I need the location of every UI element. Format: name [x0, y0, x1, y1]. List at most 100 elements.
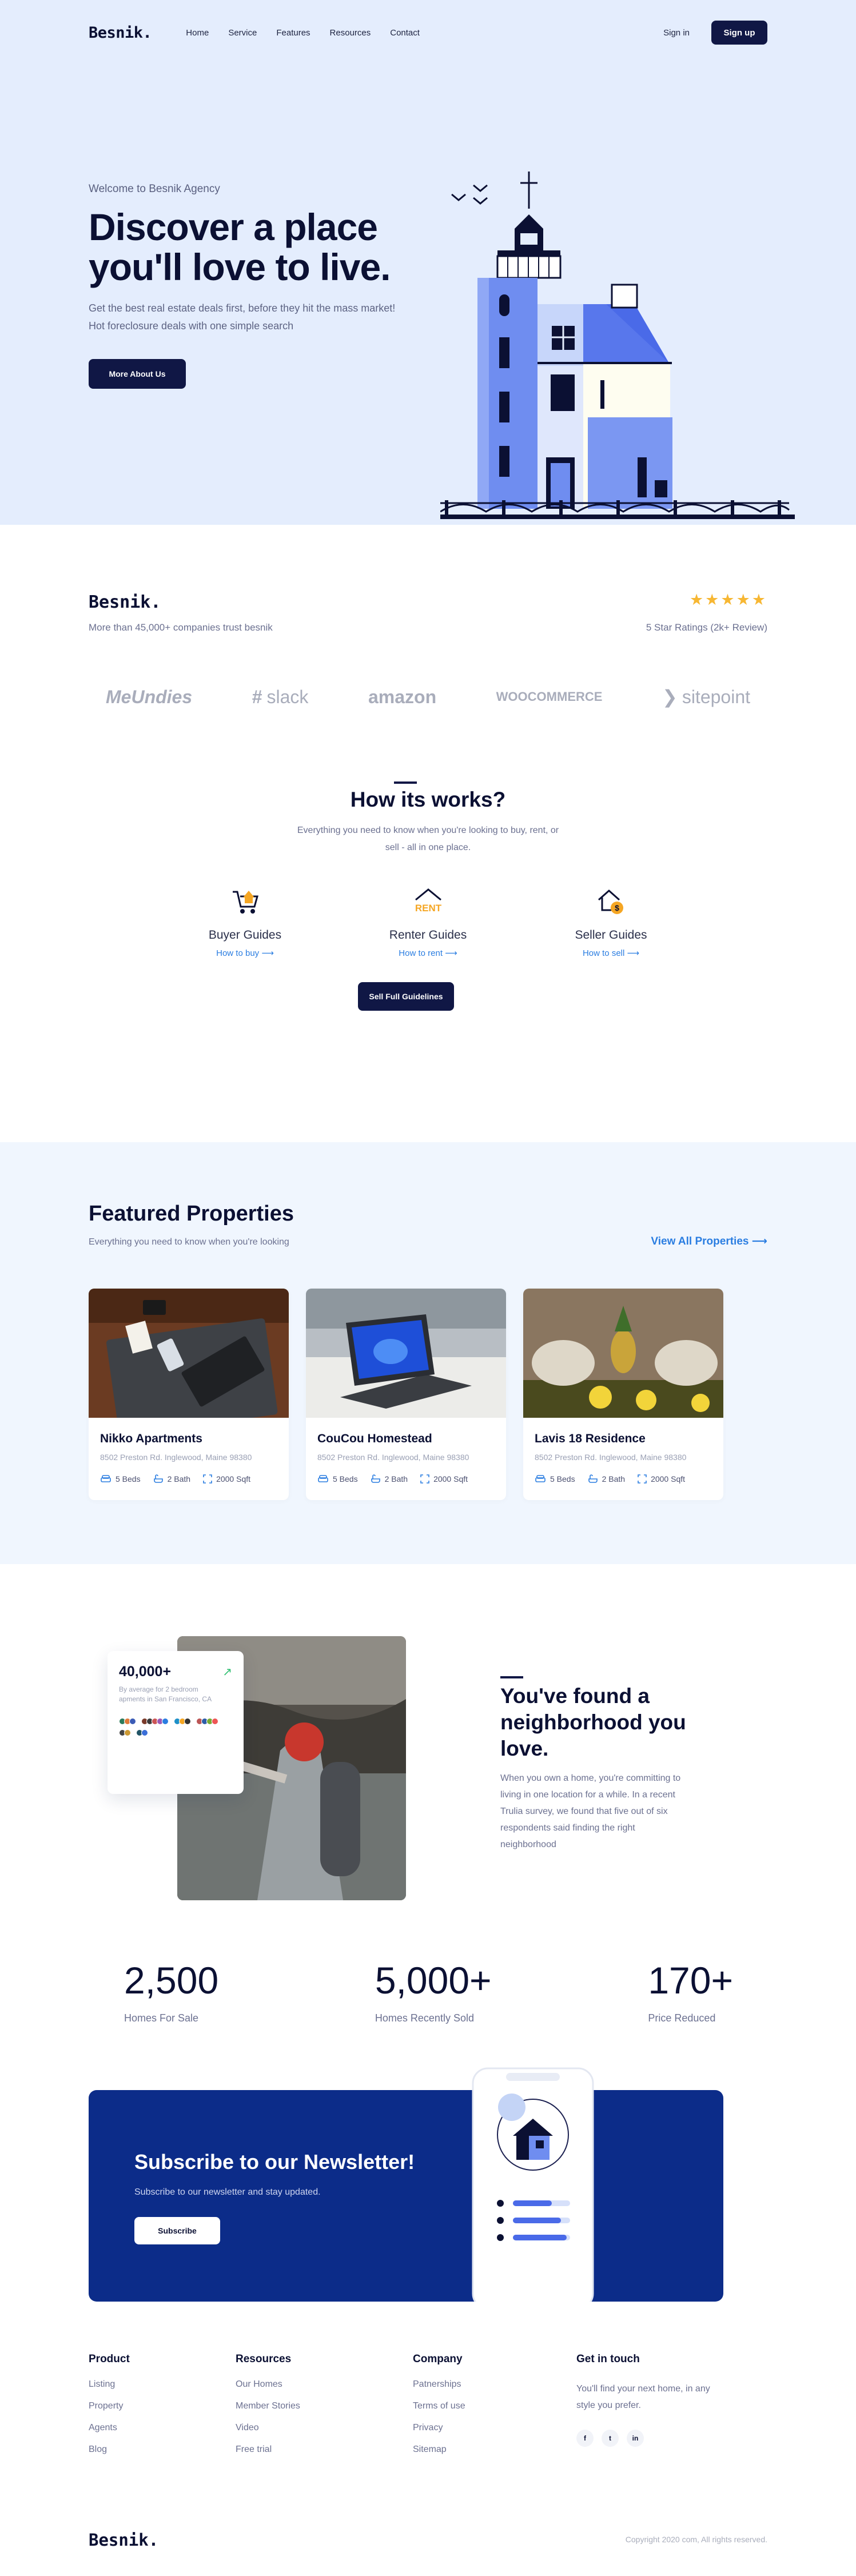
guide-link-sell[interactable]: How to sell ⟶	[583, 948, 639, 958]
how-it-works-section: How its works? Everything you need to kn…	[0, 776, 856, 1142]
stat-number: 40,000+	[119, 1664, 172, 1680]
hero-eyebrow: Welcome to Besnik Agency	[89, 183, 220, 195]
guide-link-rent[interactable]: How to rent ⟶	[399, 948, 457, 958]
linkedin-icon[interactable]: in	[627, 2430, 644, 2447]
nav-link-resources[interactable]: Resources	[330, 28, 371, 38]
bed-icon	[535, 1475, 546, 1482]
rating-stars: ★★★★★	[689, 591, 767, 608]
footer-col-title: Resources	[236, 2353, 292, 2365]
full-guidelines-button[interactable]: Sell Full Guidelines	[358, 982, 454, 1011]
stat-label: Price Reduced	[648, 2012, 716, 2024]
newsletter-title: Subscribe to our Newsletter!	[134, 2150, 415, 2174]
footer-link[interactable]: Patnerships	[413, 2379, 465, 2390]
area-size: 2000 Sqft	[651, 1474, 686, 1484]
area-size: 2000 Sqft	[433, 1474, 468, 1484]
guide-title: Buyer Guides	[208, 928, 282, 942]
lighthouse-house-illustration	[440, 172, 795, 519]
property-card[interactable]: Lavis 18 Residence 8502 Preston Rd. Ingl…	[523, 1289, 723, 1500]
neighborhood-title: You've found a neighborhood you love.	[500, 1684, 686, 1760]
property-address: 8502 Preston Rd. Inglewood, Maine 98380	[100, 1453, 252, 1462]
guide-title: Seller Guides	[575, 928, 647, 942]
footer-col-product: Product Listing Property Agents Blog	[89, 2353, 130, 2466]
title-accent-bar	[500, 1676, 523, 1678]
stat-label: Homes Recently Sold	[375, 2012, 474, 2024]
avatar-group	[119, 1718, 136, 1725]
property-address: 8502 Preston Rd. Inglewood, Maine 98380	[317, 1453, 469, 1462]
twitter-icon[interactable]: t	[602, 2430, 619, 2447]
property-address: 8502 Preston Rd. Inglewood, Maine 98380	[535, 1453, 687, 1462]
nav-links: Home Service Features Resources Contact	[186, 28, 420, 38]
guide-title: Renter Guides	[389, 928, 467, 942]
footer-link[interactable]: Free trial	[236, 2445, 300, 2455]
arrow-right-icon: ⟶	[261, 948, 274, 958]
hero-section: Besnik. Home Service Features Resources …	[0, 0, 856, 525]
trend-up-icon: ↗	[222, 1666, 232, 1678]
subscribe-button[interactable]: Subscribe	[134, 2217, 220, 2244]
footer-link[interactable]: Property	[89, 2401, 130, 2411]
stat-value: 170+	[648, 1959, 733, 2001]
stat-label: Homes For Sale	[124, 2012, 199, 2024]
area-size: 2000 Sqft	[216, 1474, 251, 1484]
footer: Product Listing Property Agents Blog Res…	[0, 2353, 856, 2576]
footer-link[interactable]: Sitemap	[413, 2445, 465, 2455]
bed-icon	[101, 1475, 111, 1482]
stat-homes-for-sale: 2,500 Homes For Sale	[124, 1959, 218, 2024]
footer-link[interactable]: Terms of use	[413, 2401, 465, 2411]
property-card[interactable]: CouCou Homestead 8502 Preston Rd. Inglew…	[306, 1289, 506, 1500]
arrow-right-icon: ⟶	[627, 948, 640, 958]
beds-count: 5 Beds	[550, 1474, 575, 1484]
svg-text:RENT: RENT	[415, 903, 441, 914]
logo[interactable]: Besnik.	[89, 24, 152, 42]
property-title: Lavis 18 Residence	[535, 1432, 646, 1445]
guide-renter: RENT Renter Guides How to rent ⟶	[371, 885, 485, 958]
property-photo-laptop	[306, 1289, 506, 1418]
footer-col-title: Product	[89, 2353, 130, 2365]
area-icon	[638, 1474, 647, 1484]
guide-link-buy[interactable]: How to buy ⟶	[216, 948, 274, 958]
footer-link[interactable]: Member Stories	[236, 2401, 300, 2411]
avatar-group	[174, 1718, 191, 1725]
guides-row: Buyer Guides How to buy ⟶ RENT Renter Gu…	[0, 885, 856, 958]
arrow-right-icon: ⟶	[445, 948, 457, 958]
footer-col-company: Company Patnerships Terms of use Privacy…	[413, 2353, 465, 2466]
property-card[interactable]: Nikko Apartments 8502 Preston Rd. Inglew…	[89, 1289, 289, 1500]
neighborhood-text: When you own a home, you're committing t…	[500, 1773, 681, 1849]
baths-count: 2 Bath	[384, 1474, 408, 1484]
featured-title: Featured Properties	[89, 1202, 294, 1226]
footer-logo[interactable]: Besnik.	[89, 2530, 158, 2550]
stat-value: 5,000+	[375, 1959, 492, 2001]
social-links: f t in	[576, 2430, 731, 2447]
featured-section: Featured Properties Everything you need …	[0, 1142, 856, 1564]
footer-col-title: Get in touch	[576, 2353, 640, 2365]
nav-link-home[interactable]: Home	[186, 28, 209, 38]
signin-link[interactable]: Sign in	[663, 28, 690, 38]
avatar-groups	[119, 1718, 233, 1736]
bath-icon	[588, 1474, 598, 1483]
arrow-right-icon: ⟶	[751, 1235, 767, 1247]
stat-description: By average for 2 bedroom apments in San …	[119, 1685, 212, 1703]
title-accent-bar	[394, 781, 417, 784]
footer-link[interactable]: Privacy	[413, 2423, 465, 2433]
trust-note: More than 45,000+ companies trust besnik	[89, 622, 273, 633]
signup-button[interactable]: Sign up	[711, 21, 767, 45]
nav-link-features[interactable]: Features	[276, 28, 310, 38]
footer-col-title: Company	[413, 2353, 463, 2365]
more-about-button[interactable]: More About Us	[89, 359, 186, 389]
nav-link-service[interactable]: Service	[228, 28, 257, 38]
footer-link[interactable]: Listing	[89, 2379, 130, 2390]
newsletter-subtitle: Subscribe to our newsletter and stay upd…	[134, 2187, 321, 2197]
bath-icon	[371, 1474, 380, 1483]
footer-link[interactable]: Video	[236, 2423, 300, 2433]
avatar-group	[119, 1729, 131, 1736]
nav-link-contact[interactable]: Contact	[390, 28, 420, 38]
footer-link[interactable]: Agents	[89, 2423, 130, 2433]
footer-link[interactable]: Our Homes	[236, 2379, 300, 2390]
footer-link[interactable]: Blog	[89, 2445, 130, 2455]
baths-count: 2 Bath	[602, 1474, 626, 1484]
stats-row: 2,500 Homes For Sale 5,000+ Homes Recent…	[89, 1959, 767, 2024]
hero-text: Welcome to Besnik Agency Discover a plac…	[89, 183, 409, 389]
facebook-icon[interactable]: f	[576, 2430, 594, 2447]
stat-homes-sold: 5,000+ Homes Recently Sold	[375, 1959, 492, 2024]
property-meta: 5 Beds 2 Bath 2000 Sqft	[317, 1474, 495, 1484]
view-all-link[interactable]: View All Properties ⟶	[651, 1235, 767, 1248]
